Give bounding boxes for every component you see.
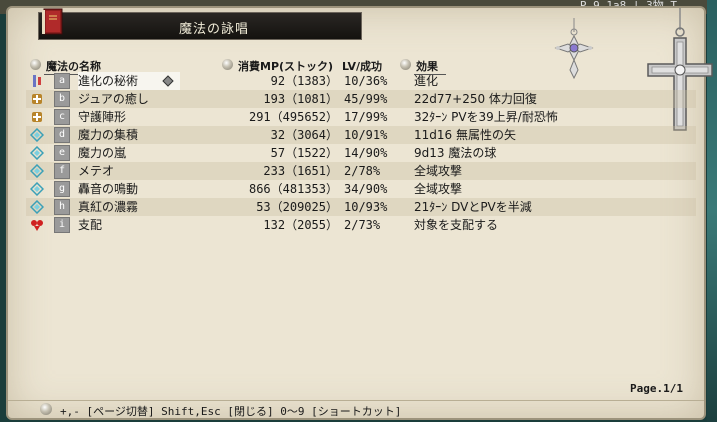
spell-cost: 233（1651）: [263, 164, 338, 178]
spell-row[interactable]: d 魔力の集積 32（3064） 10/91% 11d16 無属性の矢: [26, 126, 696, 144]
spell-cost: 866（481353）: [248, 182, 338, 196]
spell-row[interactable]: e 魔力の嵐 57（1522） 14/90% 9d13 魔法の球: [26, 144, 696, 162]
spell-cost: 291（495652）: [248, 110, 338, 124]
spell-level: 2/78%: [344, 164, 381, 178]
shortcut-key[interactable]: i: [54, 217, 70, 233]
header-bullet-icon: [400, 59, 411, 70]
spell-row[interactable]: f メテオ 233（1651） 2/78% 全域攻撃: [26, 162, 696, 180]
shortcut-key[interactable]: e: [54, 145, 70, 161]
spell-effect: 22d77+250 体力回復: [414, 92, 537, 106]
shortcut-key[interactable]: h: [54, 199, 70, 215]
header-name: 魔法の名称: [30, 58, 220, 75]
footer-bar: +,- [ページ切替] Shift,Esc [閉じる] 0〜9 [ショートカット…: [8, 400, 704, 419]
shortcut-key[interactable]: f: [54, 163, 70, 179]
select-cursor-icon: [162, 75, 174, 87]
magic-icon: [30, 128, 44, 142]
spell-level: 34/90%: [344, 182, 388, 196]
spell-name: メテオ: [78, 164, 115, 178]
spell-name: 轟音の鳴動: [78, 182, 139, 196]
spell-effect: 対象を支配する: [414, 218, 499, 232]
keyboard-hint: +,- [ページ切替] Shift,Esc [閉じる] 0〜9 [ショートカット…: [60, 405, 402, 418]
spell-effect: 全域攻撃: [414, 164, 463, 178]
shortcut-key[interactable]: d: [54, 127, 70, 143]
spell-row[interactable]: i 支配 132（2055） 2/73% 対象を支配する: [26, 216, 696, 234]
magic-icon: [30, 182, 44, 196]
magic-icon: [30, 200, 44, 214]
spell-level: 45/99%: [344, 92, 388, 106]
shortcut-key[interactable]: b: [54, 91, 70, 107]
spell-name: 支配: [78, 218, 103, 232]
spell-level: 2/73%: [344, 218, 381, 232]
spell-effect: 32ﾀｰﾝ PVを39上昇/耐恐怖: [414, 110, 558, 124]
shortcut-key[interactable]: g: [54, 181, 70, 197]
spell-row[interactable]: a 進化の秘術 92（1383） 10/36% 進化: [26, 72, 696, 90]
hint-bullet-icon: [40, 403, 52, 415]
spell-name: 魔力の集積: [78, 128, 139, 142]
spell-name: ジュアの癒し: [78, 92, 149, 106]
spell-effect: 進化: [414, 74, 439, 88]
spell-level: 17/99%: [344, 110, 388, 124]
header-bullet-icon: [222, 59, 233, 70]
spell-cost: 53（209025）: [256, 200, 338, 214]
spell-level: 10/93%: [344, 200, 388, 214]
spell-level: 14/90%: [344, 146, 388, 160]
spell-cost: 57（1522）: [270, 146, 338, 160]
protect-icon: [32, 112, 42, 122]
header-effect: 効果: [400, 58, 520, 75]
spell-effect: 全域攻撃: [414, 182, 463, 196]
window-title: 魔法の詠唱: [179, 22, 250, 37]
window-title-bar: 魔法の詠唱: [38, 12, 362, 40]
spell-row[interactable]: g 轟音の鳴動 866（481353） 34/90% 全域攻撃: [26, 180, 696, 198]
spell-name: 真紅の濃霧: [78, 200, 139, 214]
shortcut-key[interactable]: c: [54, 109, 70, 125]
spell-cost: 193（1081）: [263, 92, 338, 106]
spell-row[interactable]: b ジュアの癒し 193（1081） 45/99% 22d77+250 体力回復: [26, 90, 696, 108]
spell-effect: 21ﾀｰﾝ DVとPVを半減: [414, 200, 532, 214]
spell-cost: 132（2055）: [263, 218, 338, 232]
domination-icon: [31, 220, 43, 231]
spell-effect: 11d16 無属性の矢: [414, 128, 516, 142]
shortcut-key[interactable]: a: [54, 73, 70, 89]
spell-name: 魔力の嵐: [78, 146, 127, 160]
header-lv: LV/成功: [342, 60, 383, 73]
evolution-icon: [33, 75, 41, 87]
spell-row[interactable]: c 守護陣形 291（495652） 17/99% 32ﾀｰﾝ PVを39上昇/…: [26, 108, 696, 126]
jewel-ornament-icon: [554, 18, 594, 80]
spell-window: 魔法の詠唱 魔法の名称 消費MP(ストック) LV/成功 効果 a 進化の秘術 …: [6, 6, 713, 420]
page-indicator: Page.1/1: [630, 382, 683, 395]
magic-icon: [30, 164, 44, 178]
spell-cost: 32（3064）: [270, 128, 338, 142]
magic-icon: [30, 146, 44, 160]
spell-level: 10/36%: [344, 74, 388, 88]
spell-cost: 92（1383）: [270, 74, 338, 88]
spell-level: 10/91%: [344, 128, 388, 142]
spell-effect: 9d13 魔法の球: [414, 146, 497, 160]
heal-icon: [32, 94, 42, 104]
header-bullet-icon: [30, 59, 41, 70]
spell-row[interactable]: h 真紅の濃霧 53（209025） 10/93% 21ﾀｰﾝ DVとPVを半減: [26, 198, 696, 216]
spell-name: 守護陣形: [78, 110, 127, 124]
spellbook-icon: [42, 8, 63, 35]
